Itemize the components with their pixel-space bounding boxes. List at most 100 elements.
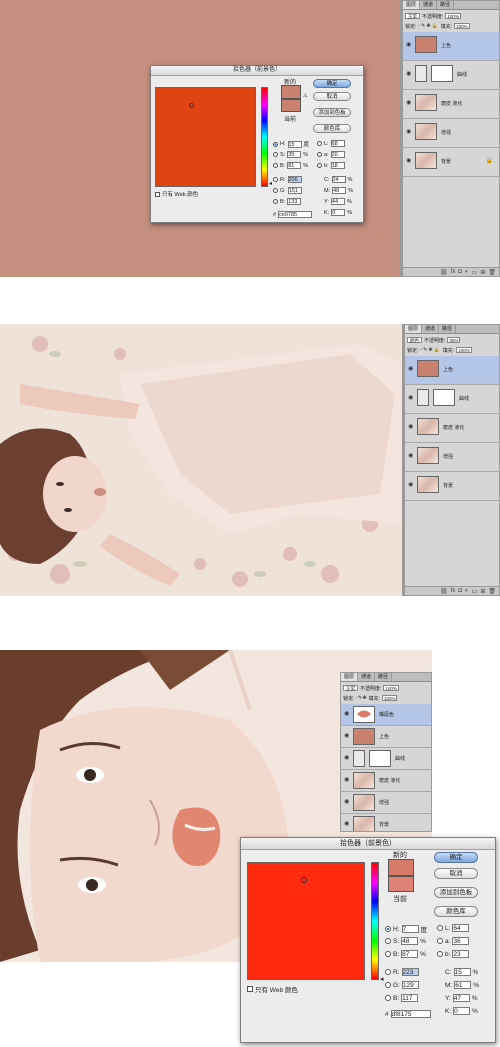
yellow-input[interactable]: 47 bbox=[452, 994, 470, 1002]
red-input[interactable]: 223 bbox=[401, 968, 419, 976]
eye-icon[interactable]: ◉ bbox=[408, 395, 415, 402]
red-input[interactable]: 206 bbox=[287, 176, 302, 183]
layer-row[interactable]: ◉ 嘴唇色 bbox=[341, 704, 431, 726]
folder-icon[interactable]: ▭ bbox=[472, 269, 478, 276]
web-only-checkbox[interactable] bbox=[247, 986, 253, 992]
eye-icon[interactable]: ◉ bbox=[406, 42, 413, 49]
eye-icon[interactable]: ◉ bbox=[406, 129, 413, 136]
tab-channels[interactable]: 通道 bbox=[422, 325, 440, 333]
eye-icon[interactable]: ◉ bbox=[408, 366, 415, 373]
lock-icons[interactable]: ▫✎✥ bbox=[356, 695, 366, 701]
link-icon[interactable]: ⛓ bbox=[440, 588, 448, 595]
magenta-input[interactable]: 61 bbox=[454, 981, 472, 989]
eye-icon[interactable]: ◉ bbox=[408, 453, 415, 460]
layer-row[interactable]: ◉ 曲线 bbox=[405, 385, 499, 414]
b-lab-input[interactable]: 23 bbox=[452, 950, 470, 958]
eye-icon[interactable]: ◉ bbox=[344, 777, 351, 784]
color-field-cursor[interactable] bbox=[189, 103, 194, 108]
magenta-input[interactable]: 48 bbox=[332, 187, 347, 194]
layer-row[interactable]: ◉ 曲线 bbox=[341, 748, 431, 770]
eye-icon[interactable]: ◉ bbox=[406, 100, 413, 107]
tab-channels[interactable]: 通道 bbox=[358, 673, 376, 681]
green-input[interactable]: 129 bbox=[401, 981, 419, 989]
blend-mode-select[interactable]: 颜色 bbox=[407, 337, 422, 343]
brightness-radio[interactable] bbox=[273, 163, 278, 168]
brightness-radio[interactable] bbox=[385, 951, 391, 957]
b-lab-radio[interactable] bbox=[437, 951, 443, 957]
fill-input[interactable]: 100% bbox=[381, 695, 398, 701]
hue-slider-arrow-icon[interactable]: ◂ bbox=[380, 975, 384, 983]
hue-slider[interactable] bbox=[371, 862, 379, 980]
tab-layers[interactable]: 图层 bbox=[405, 325, 423, 333]
green-input[interactable]: 151 bbox=[287, 187, 302, 194]
blue-radio[interactable] bbox=[273, 199, 278, 204]
layer-row[interactable]: ◉ 背景 bbox=[341, 814, 431, 831]
eye-icon[interactable]: ◉ bbox=[406, 158, 413, 165]
a-radio[interactable] bbox=[317, 152, 322, 157]
opacity-input[interactable]: 100% bbox=[383, 685, 399, 691]
layer-row[interactable]: ◉ 背景 🔒 bbox=[403, 148, 499, 177]
color-libraries-button[interactable]: 颜色库 bbox=[434, 906, 478, 917]
link-icon[interactable]: ⛓ bbox=[440, 269, 448, 276]
color-field-cursor[interactable] bbox=[301, 877, 307, 883]
eye-icon[interactable]: ◉ bbox=[406, 71, 413, 78]
fx-icon[interactable]: fx bbox=[451, 269, 456, 275]
blue-input[interactable]: 117 bbox=[401, 994, 419, 1002]
tab-layers[interactable]: 图层 bbox=[403, 1, 421, 9]
layer-row[interactable]: ◉ 磨皮 液化 bbox=[405, 414, 499, 443]
cyan-input[interactable]: 24 bbox=[331, 176, 346, 183]
eye-icon[interactable]: ◉ bbox=[408, 424, 415, 431]
cancel-button[interactable]: 取消 bbox=[434, 868, 478, 879]
opacity-input[interactable]: 35% bbox=[447, 337, 461, 343]
layer-row[interactable]: ◉ 磨皮 液化 bbox=[403, 90, 499, 119]
saturation-radio[interactable] bbox=[385, 938, 391, 944]
blend-mode-select[interactable]: 正常 bbox=[343, 685, 358, 691]
eye-icon[interactable]: ◉ bbox=[344, 821, 351, 828]
l-radio[interactable] bbox=[317, 141, 322, 146]
saturation-input[interactable]: 48 bbox=[401, 937, 419, 945]
mask-icon[interactable]: ◘ bbox=[458, 588, 462, 594]
gamut-warning-icon[interactable]: ⚠ bbox=[303, 93, 307, 99]
hue-radio[interactable] bbox=[385, 926, 391, 932]
layer-row[interactable]: ◉ 增强 bbox=[403, 119, 499, 148]
color-field[interactable] bbox=[155, 87, 256, 187]
color-field[interactable] bbox=[247, 862, 365, 980]
add-to-swatches-button[interactable]: 添加到色板 bbox=[313, 108, 351, 117]
red-radio[interactable] bbox=[273, 177, 278, 182]
brightness-input[interactable]: 81 bbox=[287, 162, 302, 169]
cancel-button[interactable]: 取消 bbox=[313, 92, 351, 101]
hue-radio[interactable] bbox=[273, 141, 278, 147]
layer-row[interactable]: ◉ 上色 bbox=[405, 356, 499, 385]
b-lab-radio[interactable] bbox=[317, 163, 322, 168]
green-radio[interactable] bbox=[385, 982, 391, 988]
layer-row[interactable]: ◉ 磨皮 液化 bbox=[341, 770, 431, 792]
hue-input[interactable]: 15 bbox=[287, 140, 302, 148]
hex-input[interactable]: ce9785 bbox=[278, 211, 313, 218]
adjustment-layer-icon[interactable]: ◐ bbox=[465, 588, 469, 594]
opacity-input[interactable]: 100% bbox=[445, 13, 461, 19]
b-lab-input[interactable]: 18 bbox=[330, 162, 345, 169]
current-color-swatch[interactable] bbox=[281, 99, 301, 112]
blend-mode-select[interactable]: 正常 bbox=[405, 13, 420, 19]
mask-icon[interactable]: ◘ bbox=[458, 269, 462, 275]
folder-icon[interactable]: ▭ bbox=[472, 588, 478, 595]
l-input[interactable]: 64 bbox=[452, 924, 470, 932]
lock-icons[interactable]: ▫✎✥🔒 bbox=[418, 23, 438, 29]
new-layer-icon[interactable]: ⊞ bbox=[480, 588, 485, 595]
add-to-swatches-button[interactable]: 添加到色板 bbox=[434, 887, 478, 898]
trash-icon[interactable]: 🗑 bbox=[488, 269, 496, 276]
eye-icon[interactable]: ◉ bbox=[344, 711, 351, 718]
cyan-input[interactable]: 15 bbox=[453, 968, 471, 976]
eye-icon[interactable]: ◉ bbox=[344, 733, 351, 740]
eye-icon[interactable]: ◉ bbox=[344, 799, 351, 806]
fx-icon[interactable]: fx bbox=[451, 588, 456, 594]
adjustment-layer-icon[interactable]: ◐ bbox=[465, 269, 469, 275]
layer-row[interactable]: ◉ 增强 bbox=[405, 443, 499, 472]
ok-button[interactable]: 确定 bbox=[434, 852, 478, 863]
ok-button[interactable]: 确定 bbox=[313, 79, 351, 88]
layer-row[interactable]: ◉ 上色 bbox=[403, 32, 499, 61]
a-input[interactable]: 36 bbox=[452, 937, 470, 945]
yellow-input[interactable]: 44 bbox=[330, 198, 345, 205]
web-only-checkbox[interactable] bbox=[155, 191, 160, 197]
black-input[interactable]: 0 bbox=[453, 1007, 471, 1015]
